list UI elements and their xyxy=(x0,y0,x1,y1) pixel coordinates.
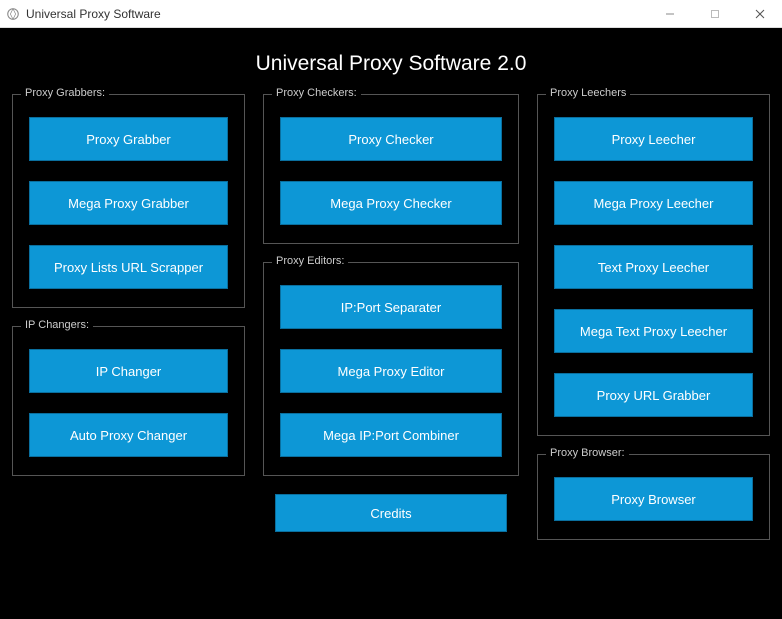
mega-proxy-editor-button[interactable]: Mega Proxy Editor xyxy=(280,349,502,393)
mega-proxy-checker-button[interactable]: Mega Proxy Checker xyxy=(280,181,502,225)
content-area: Universal Proxy Software 2.0 Proxy Grabb… xyxy=(0,28,782,619)
maximize-button[interactable] xyxy=(692,0,737,27)
group-legend: IP Changers: xyxy=(21,319,93,331)
mega-proxy-grabber-button[interactable]: Mega Proxy Grabber xyxy=(29,181,228,225)
columns: Proxy Grabbers: Proxy Grabber Mega Proxy… xyxy=(0,94,782,558)
app-icon xyxy=(6,7,20,21)
group-legend: Proxy Grabbers: xyxy=(21,87,109,99)
group-legend: Proxy Browser: xyxy=(546,447,629,459)
close-button[interactable] xyxy=(737,0,782,27)
minimize-button[interactable] xyxy=(647,0,692,27)
window-title: Universal Proxy Software xyxy=(26,7,647,21)
proxy-browser-button[interactable]: Proxy Browser xyxy=(554,477,753,521)
group-proxy-checkers: Proxy Checkers: Proxy Checker Mega Proxy… xyxy=(263,94,519,244)
group-ip-changers: IP Changers: IP Changer Auto Proxy Chang… xyxy=(12,326,245,476)
column-left: Proxy Grabbers: Proxy Grabber Mega Proxy… xyxy=(12,94,245,558)
group-legend: Proxy Editors: xyxy=(272,255,348,267)
text-proxy-leecher-button[interactable]: Text Proxy Leecher xyxy=(554,245,753,289)
auto-proxy-changer-button[interactable]: Auto Proxy Changer xyxy=(29,413,228,457)
mega-text-proxy-leecher-button[interactable]: Mega Text Proxy Leecher xyxy=(554,309,753,353)
column-right: Proxy Leechers Proxy Leecher Mega Proxy … xyxy=(537,94,770,558)
proxy-checker-button[interactable]: Proxy Checker xyxy=(280,117,502,161)
group-proxy-leechers: Proxy Leechers Proxy Leecher Mega Proxy … xyxy=(537,94,770,436)
credits-button[interactable]: Credits xyxy=(275,494,507,532)
group-proxy-editors: Proxy Editors: IP:Port Separater Mega Pr… xyxy=(263,262,519,476)
app-title: Universal Proxy Software 2.0 xyxy=(0,28,782,94)
window-titlebar: Universal Proxy Software xyxy=(0,0,782,28)
group-proxy-browser: Proxy Browser: Proxy Browser xyxy=(537,454,770,540)
ip-changer-button[interactable]: IP Changer xyxy=(29,349,228,393)
ip-port-separater-button[interactable]: IP:Port Separater xyxy=(280,285,502,329)
proxy-grabber-button[interactable]: Proxy Grabber xyxy=(29,117,228,161)
mega-proxy-leecher-button[interactable]: Mega Proxy Leecher xyxy=(554,181,753,225)
mega-ip-port-combiner-button[interactable]: Mega IP:Port Combiner xyxy=(280,413,502,457)
credits-row: Credits xyxy=(263,494,519,532)
column-middle: Proxy Checkers: Proxy Checker Mega Proxy… xyxy=(263,94,519,558)
window-controls xyxy=(647,0,782,27)
group-legend: Proxy Leechers xyxy=(546,87,630,99)
proxy-url-grabber-button[interactable]: Proxy URL Grabber xyxy=(554,373,753,417)
group-legend: Proxy Checkers: xyxy=(272,87,361,99)
proxy-lists-url-scrapper-button[interactable]: Proxy Lists URL Scrapper xyxy=(29,245,228,289)
group-proxy-grabbers: Proxy Grabbers: Proxy Grabber Mega Proxy… xyxy=(12,94,245,308)
proxy-leecher-button[interactable]: Proxy Leecher xyxy=(554,117,753,161)
